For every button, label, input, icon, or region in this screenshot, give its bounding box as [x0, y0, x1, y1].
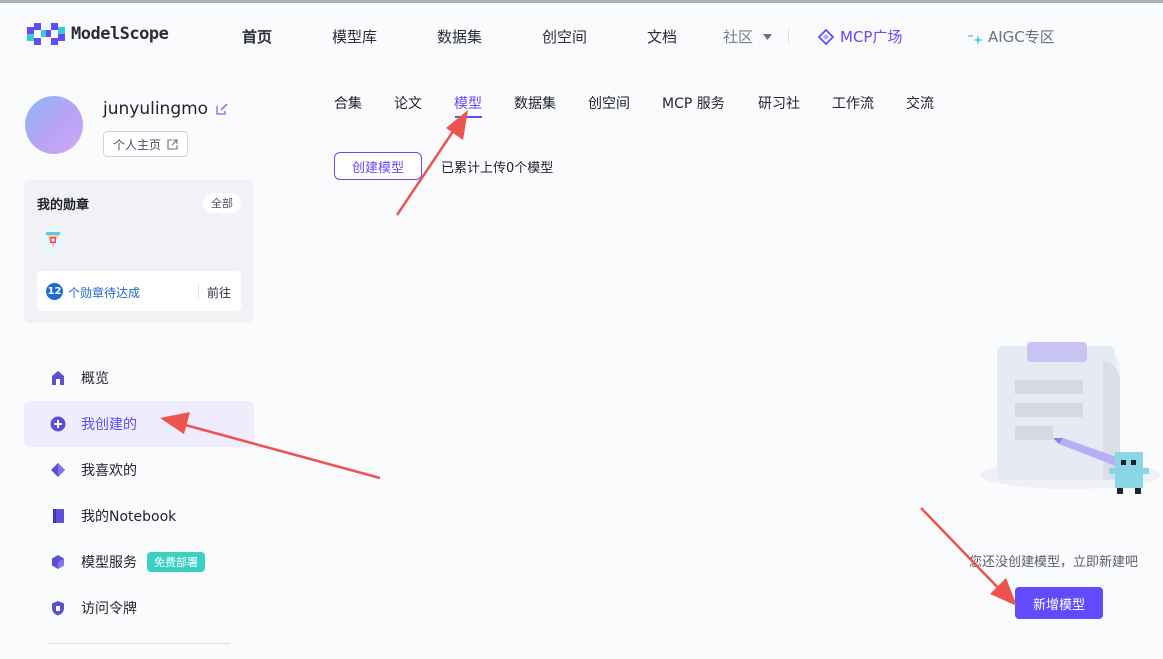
top-navigation-bar: ModelScope 首页 模型库 数据集 创空间 文档 社区 MCP广场 AI… [0, 3, 1163, 65]
username-row: junyulingmo [103, 99, 228, 119]
active-tab-indicator [455, 116, 482, 118]
sidebar-item-label: 概览 [81, 371, 109, 387]
edit-icon[interactable] [216, 103, 228, 115]
sidebar-item-label: 模型服务 [81, 555, 137, 571]
sidebar-divider [47, 643, 230, 644]
tab-workflows[interactable]: 工作流 [832, 93, 874, 113]
sidebar-item-created[interactable]: 我创建的 [24, 401, 254, 447]
badges-all-button[interactable]: 全部 [203, 193, 241, 213]
tab-discussion[interactable]: 交流 [906, 93, 934, 113]
home-icon [52, 371, 64, 385]
nav-mcp-label: MCP广场 [840, 28, 903, 46]
sidebar-item-label: 我喜欢的 [81, 463, 137, 479]
notebook-icon [53, 509, 64, 523]
sidebar-item-notebook[interactable]: 我的Notebook [24, 493, 254, 539]
sidebar-item-overview[interactable]: 概览 [24, 355, 254, 401]
badge-medal-icon[interactable] [40, 226, 66, 252]
modelscope-logo-icon [27, 23, 65, 45]
sidebar-item-label: 我创建的 [81, 417, 137, 433]
tab-learning[interactable]: 研习社 [758, 93, 800, 113]
empty-state-illustration [980, 342, 1160, 494]
sidebar-item-model-service[interactable]: 模型服务 免费部署 [24, 539, 254, 585]
tab-papers[interactable]: 论文 [394, 93, 422, 113]
empty-state-text: 您还没创建模型，立即新建吧 [969, 555, 1139, 570]
nav-datasets[interactable]: 数据集 [437, 26, 482, 47]
sparkle-icon [968, 34, 983, 45]
nav-community-label: 社区 [723, 28, 754, 46]
tab-studios[interactable]: 创空间 [588, 93, 630, 113]
pending-count-badge: 12 [46, 283, 63, 300]
nav-community[interactable]: 社区 [723, 26, 773, 47]
pending-badges-label: 个勋章待达成 [68, 286, 141, 300]
nav-models[interactable]: 模型库 [332, 26, 377, 47]
token-icon [52, 601, 64, 616]
nav-home[interactable]: 首页 [242, 26, 272, 47]
pending-badges-row[interactable]: 12 个勋章待达成 前往 [37, 271, 241, 311]
cube-icon [52, 555, 64, 569]
sidebar-item-liked[interactable]: 我喜欢的 [24, 447, 254, 493]
logo[interactable]: ModelScope [27, 23, 169, 45]
upload-count-text: 已累计上传0个模型 [441, 161, 554, 176]
badges-title: 我的勋章 [37, 198, 90, 213]
mcp-diamond-icon [818, 28, 834, 45]
nav-aigc-label: AIGC专区 [988, 28, 1055, 46]
personal-homepage-button[interactable]: 个人主页 [103, 131, 189, 157]
nav-aigc[interactable]: AIGC专区 [966, 26, 1055, 47]
tab-models[interactable]: 模型 [454, 93, 482, 113]
nav-studios[interactable]: 创空间 [542, 26, 587, 47]
logo-text: ModelScope [71, 24, 169, 44]
new-model-button[interactable]: 新增模型 [1015, 587, 1103, 619]
nav-divider [788, 28, 789, 44]
tab-mcp-service[interactable]: MCP 服务 [662, 93, 725, 113]
external-link-icon [167, 138, 178, 150]
sidebar-item-label: 我的Notebook [81, 509, 177, 525]
free-deploy-tag: 免费部署 [147, 552, 205, 572]
pending-divider [198, 283, 199, 299]
nav-mcp[interactable]: MCP广场 [818, 26, 902, 47]
my-badges-card: 我的勋章 全部 12 个勋章待达成 前往 [24, 180, 254, 323]
create-icon [50, 416, 66, 432]
caret-down-icon [763, 33, 773, 40]
sidebar-item-label: 访问令牌 [81, 601, 137, 617]
tab-datasets[interactable]: 数据集 [514, 93, 556, 113]
sidebar-item-access-token[interactable]: 访问令牌 [24, 585, 254, 631]
like-icon [51, 463, 65, 477]
nav-docs[interactable]: 文档 [647, 26, 677, 47]
create-model-button[interactable]: 创建模型 [334, 152, 422, 180]
username: junyulingmo [103, 99, 209, 119]
tab-collections[interactable]: 合集 [334, 93, 362, 113]
avatar[interactable] [25, 96, 83, 154]
go-link[interactable]: 前往 [207, 284, 231, 301]
personal-homepage-label: 个人主页 [113, 137, 162, 152]
